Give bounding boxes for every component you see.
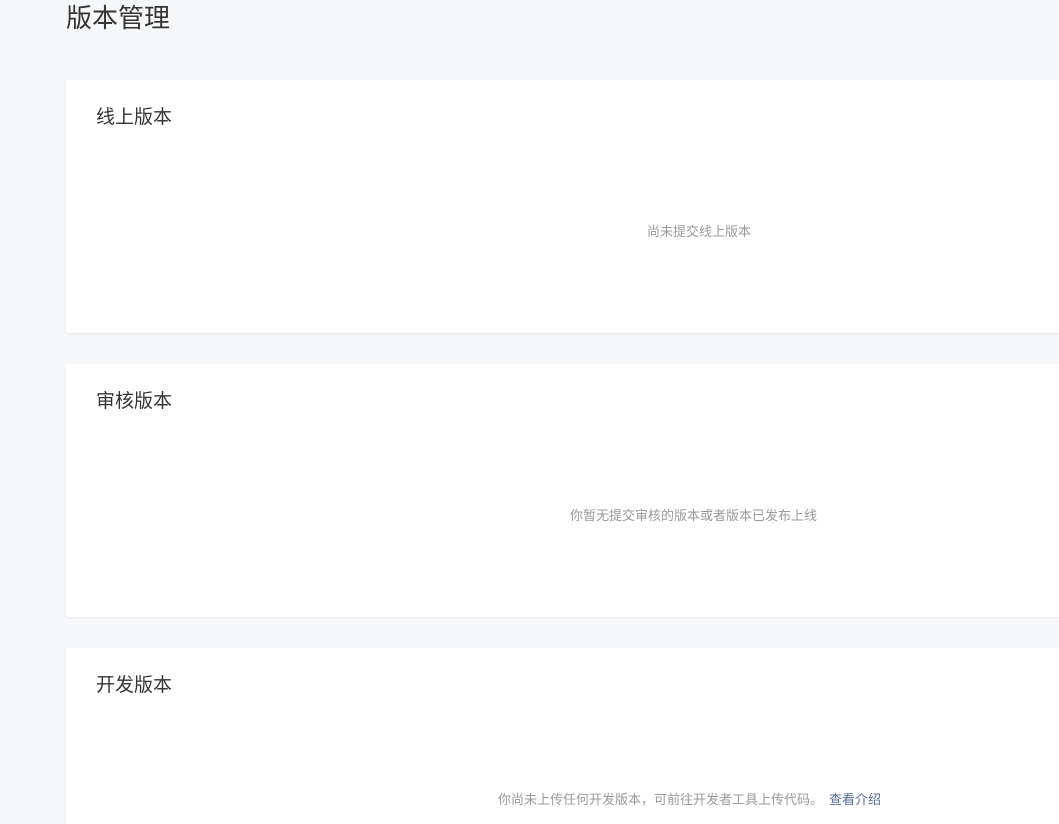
online-version-empty-text: 尚未提交线上版本 (647, 225, 752, 240)
develop-version-empty-text: 你尚未上传任何开发版本，可前往开发者工具上传代码。 (498, 793, 824, 808)
develop-version-title: 开发版本 (96, 674, 173, 696)
online-version-card: 线上版本 尚未提交线上版本 (66, 80, 1059, 333)
review-version-card: 审核版本 你暂无提交审核的版本或者版本已发布上线 (66, 364, 1059, 617)
review-version-title: 审核版本 (96, 390, 173, 412)
page-title: 版本管理 (66, 4, 171, 34)
develop-version-card: 开发版本 你尚未上传任何开发版本，可前往开发者工具上传代码。 查看介绍 (66, 648, 1059, 824)
online-version-title: 线上版本 (96, 106, 173, 128)
view-introduction-link[interactable]: 查看介绍 (829, 793, 881, 808)
develop-version-empty-line: 你尚未上传任何开发版本，可前往开发者工具上传代码。 查看介绍 (498, 792, 881, 810)
review-version-empty-text: 你暂无提交审核的版本或者版本已发布上线 (570, 509, 818, 524)
version-management-page: 版本管理 线上版本 尚未提交线上版本 审核版本 你暂无提交审核的版本或者版本已发… (0, 0, 1059, 824)
